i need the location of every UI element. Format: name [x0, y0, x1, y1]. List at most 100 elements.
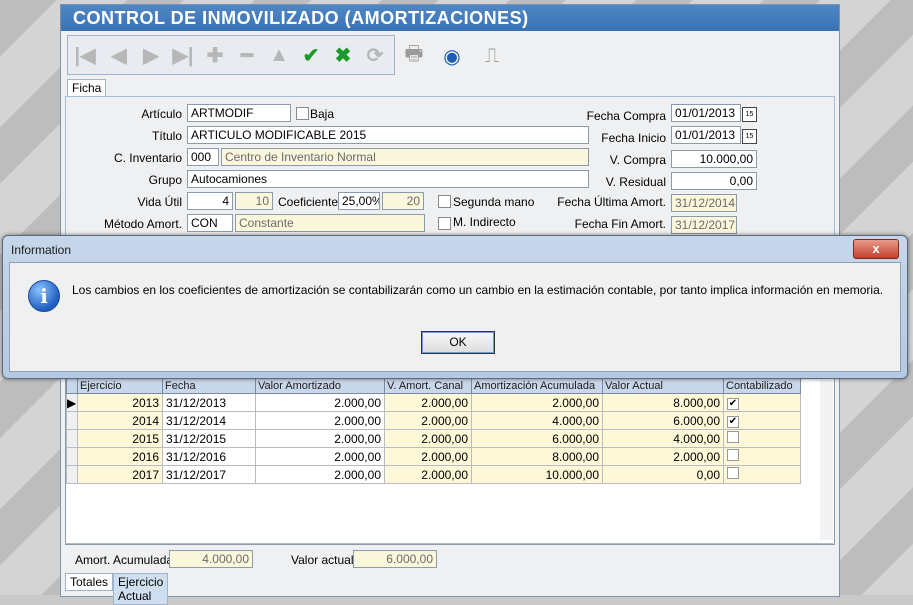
- cell-fecha[interactable]: 31/12/2016: [162, 447, 256, 466]
- actual-field: 6.000,00: [353, 550, 437, 568]
- actual-label: Valor actual: [291, 553, 354, 567]
- cell-fecha[interactable]: 31/12/2017: [162, 465, 256, 484]
- cell-valor-amortizado[interactable]: 2.000,00: [255, 411, 385, 430]
- dialog-message: Los cambios en los coeficientes de amort…: [72, 283, 884, 297]
- fcompra-calendar-icon[interactable]: 15: [742, 107, 757, 122]
- header-contabilizado[interactable]: Contabilizado: [723, 378, 801, 394]
- unchecked-checkbox-icon[interactable]: [727, 467, 739, 479]
- cell-ejercicio[interactable]: 2013: [77, 393, 163, 412]
- cell-ejercicio[interactable]: 2015: [77, 429, 163, 448]
- table-row[interactable]: 2016 31/12/2016 2.000,00 2.000,00 8.000,00 2.…: [66, 447, 801, 466]
- table-row[interactable]: ▶ 2013 31/12/2013 2.000,00 2.000,00 2.000,00 8…: [66, 393, 801, 412]
- cell-amortizacion-acumulada[interactable]: 10.000,00: [471, 465, 603, 484]
- close-icon[interactable]: x: [853, 239, 899, 259]
- table-row[interactable]: 2017 31/12/2017 2.000,00 2.000,00 10.000,00 0…: [66, 465, 801, 484]
- cancel-icon[interactable]: ✖: [330, 42, 356, 68]
- header-ejercicio[interactable]: Ejercicio: [77, 378, 163, 394]
- row-indicator[interactable]: ▶: [66, 393, 78, 412]
- cell-contabilizado[interactable]: [723, 447, 801, 466]
- up-icon[interactable]: ▲: [266, 42, 292, 68]
- mindirecto-checkbox[interactable]: [438, 217, 451, 230]
- cell-amortizacion-acumulada[interactable]: 4.000,00: [471, 411, 603, 430]
- vcompra-field[interactable]: 10.000,00: [671, 150, 757, 168]
- cell-valor-amortizado[interactable]: 2.000,00: [255, 393, 385, 412]
- network-icon[interactable]: ◉: [437, 41, 467, 71]
- unchecked-checkbox-icon[interactable]: [727, 431, 739, 443]
- cell-ejercicio[interactable]: 2014: [77, 411, 163, 430]
- ffin-field: 31/12/2017: [671, 216, 737, 234]
- fultima-label: Fecha Última Amort.: [557, 195, 666, 209]
- table-row[interactable]: 2014 31/12/2014 2.000,00 2.000,00 4.000,00 6.…: [66, 411, 801, 430]
- header-v-amort-canal[interactable]: V. Amort. Canal: [384, 378, 472, 394]
- add-icon[interactable]: ✚: [202, 42, 228, 68]
- cell-v-amort-canal[interactable]: 2.000,00: [384, 447, 472, 466]
- row-indicator[interactable]: [66, 447, 78, 466]
- cell-v-amort-canal[interactable]: 2.000,00: [384, 429, 472, 448]
- header-amortizacion-acumulada[interactable]: Amortización Acumulada: [471, 378, 603, 394]
- header-valor-amortizado[interactable]: Valor Amortizado: [255, 378, 385, 394]
- finicio-field[interactable]: 01/01/2013: [671, 126, 741, 144]
- grid-scrollbar[interactable]: [820, 380, 833, 540]
- cell-valor-actual[interactable]: 0,00: [602, 465, 724, 484]
- ok-button[interactable]: OK: [421, 331, 495, 354]
- refresh-icon[interactable]: ⟳: [362, 42, 388, 68]
- table-row[interactable]: 2015 31/12/2015 2.000,00 2.000,00 6.000,00 4.…: [66, 429, 801, 448]
- row-indicator[interactable]: [66, 429, 78, 448]
- cell-amortizacion-acumulada[interactable]: 6.000,00: [471, 429, 603, 448]
- cell-v-amort-canal[interactable]: 2.000,00: [384, 393, 472, 412]
- tab-totales[interactable]: Totales: [65, 573, 114, 591]
- segunda-checkbox[interactable]: [438, 195, 451, 208]
- header-fecha[interactable]: Fecha: [162, 378, 256, 394]
- coef-field[interactable]: 25,00%: [338, 192, 380, 210]
- tab-ejercicio-actual[interactable]: Ejercicio Actual: [113, 573, 169, 605]
- checked-checkbox-icon[interactable]: ✔: [727, 398, 739, 410]
- confirm-icon[interactable]: ✔: [298, 42, 324, 68]
- cell-ejercicio[interactable]: 2017: [77, 465, 163, 484]
- next-icon[interactable]: ▶: [138, 42, 164, 68]
- tab-ficha[interactable]: Ficha: [67, 79, 107, 97]
- inventario-code-field[interactable]: 000: [187, 148, 219, 166]
- ffin-label: Fecha Fin Amort.: [574, 217, 666, 231]
- cell-contabilizado[interactable]: ✔: [723, 393, 801, 412]
- finicio-calendar-icon[interactable]: 15: [742, 129, 757, 144]
- header-valor-actual[interactable]: Valor Actual: [602, 378, 724, 394]
- print-icon[interactable]: 🖶: [399, 41, 429, 71]
- ficha-panel: Artículo ARTMODIF Baja Título ARTICULO M…: [65, 96, 835, 248]
- cell-v-amort-canal[interactable]: 2.000,00: [384, 411, 472, 430]
- baja-checkbox[interactable]: [296, 107, 309, 120]
- prev-icon[interactable]: ◀: [106, 42, 132, 68]
- cell-valor-actual[interactable]: 6.000,00: [602, 411, 724, 430]
- titulo-field[interactable]: ARTICULO MODIFICABLE 2015: [187, 126, 589, 144]
- vida-field[interactable]: 4: [187, 192, 233, 210]
- fcompra-field[interactable]: 01/01/2013: [671, 104, 741, 122]
- checked-checkbox-icon[interactable]: ✔: [727, 416, 739, 428]
- cell-fecha[interactable]: 31/12/2013: [162, 393, 256, 412]
- metodo-code-field[interactable]: CON: [187, 214, 233, 232]
- cell-amortizacion-acumulada[interactable]: 2.000,00: [471, 393, 603, 412]
- cell-valor-amortizado[interactable]: 2.000,00: [255, 429, 385, 448]
- remove-icon[interactable]: ━: [234, 42, 260, 68]
- row-indicator[interactable]: [66, 465, 78, 484]
- first-icon[interactable]: |◀: [72, 42, 98, 68]
- cell-ejercicio[interactable]: 2016: [77, 447, 163, 466]
- cell-contabilizado[interactable]: [723, 465, 801, 484]
- cell-valor-actual[interactable]: 2.000,00: [602, 447, 724, 466]
- unchecked-checkbox-icon[interactable]: [727, 449, 739, 461]
- cell-fecha[interactable]: 31/12/2015: [162, 429, 256, 448]
- grupo-field[interactable]: Autocamiones: [187, 170, 589, 188]
- cell-fecha[interactable]: 31/12/2014: [162, 411, 256, 430]
- cell-amortizacion-acumulada[interactable]: 8.000,00: [471, 447, 603, 466]
- cell-v-amort-canal[interactable]: 2.000,00: [384, 465, 472, 484]
- articulo-field[interactable]: ARTMODIF: [187, 104, 291, 122]
- baja-label: Baja: [310, 107, 335, 121]
- cell-valor-actual[interactable]: 4.000,00: [602, 429, 724, 448]
- cell-valor-amortizado[interactable]: 2.000,00: [255, 447, 385, 466]
- vresidual-field[interactable]: 0,00: [671, 172, 757, 190]
- last-icon[interactable]: ▶|: [170, 42, 196, 68]
- cell-contabilizado[interactable]: ✔: [723, 411, 801, 430]
- cell-contabilizado[interactable]: [723, 429, 801, 448]
- row-indicator[interactable]: [66, 411, 78, 430]
- cell-valor-actual[interactable]: 8.000,00: [602, 393, 724, 412]
- exit-icon[interactable]: ⎍: [477, 41, 507, 71]
- cell-valor-amortizado[interactable]: 2.000,00: [255, 465, 385, 484]
